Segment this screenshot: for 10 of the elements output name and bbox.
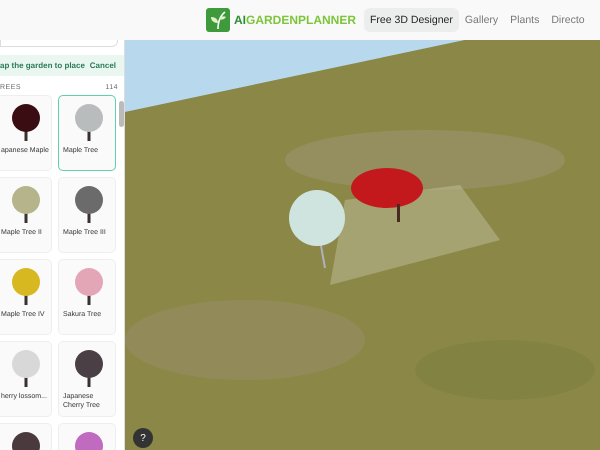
- nav-link[interactable]: Gallery: [458, 8, 504, 32]
- leaf-logo-icon: [206, 8, 230, 32]
- nav-link[interactable]: Directo: [545, 8, 591, 32]
- nav-link[interactable]: Plants: [504, 8, 546, 32]
- brand-name[interactable]: AIGARDENPLANNER: [234, 13, 356, 27]
- scrollbar-thumb[interactable]: [119, 101, 124, 127]
- banner-text: ap the garden to place: [0, 61, 85, 70]
- search-field[interactable]: [0, 40, 118, 47]
- nav-link[interactable]: Free 3D Designer: [364, 8, 459, 32]
- cancel-button[interactable]: Cancel: [90, 61, 116, 70]
